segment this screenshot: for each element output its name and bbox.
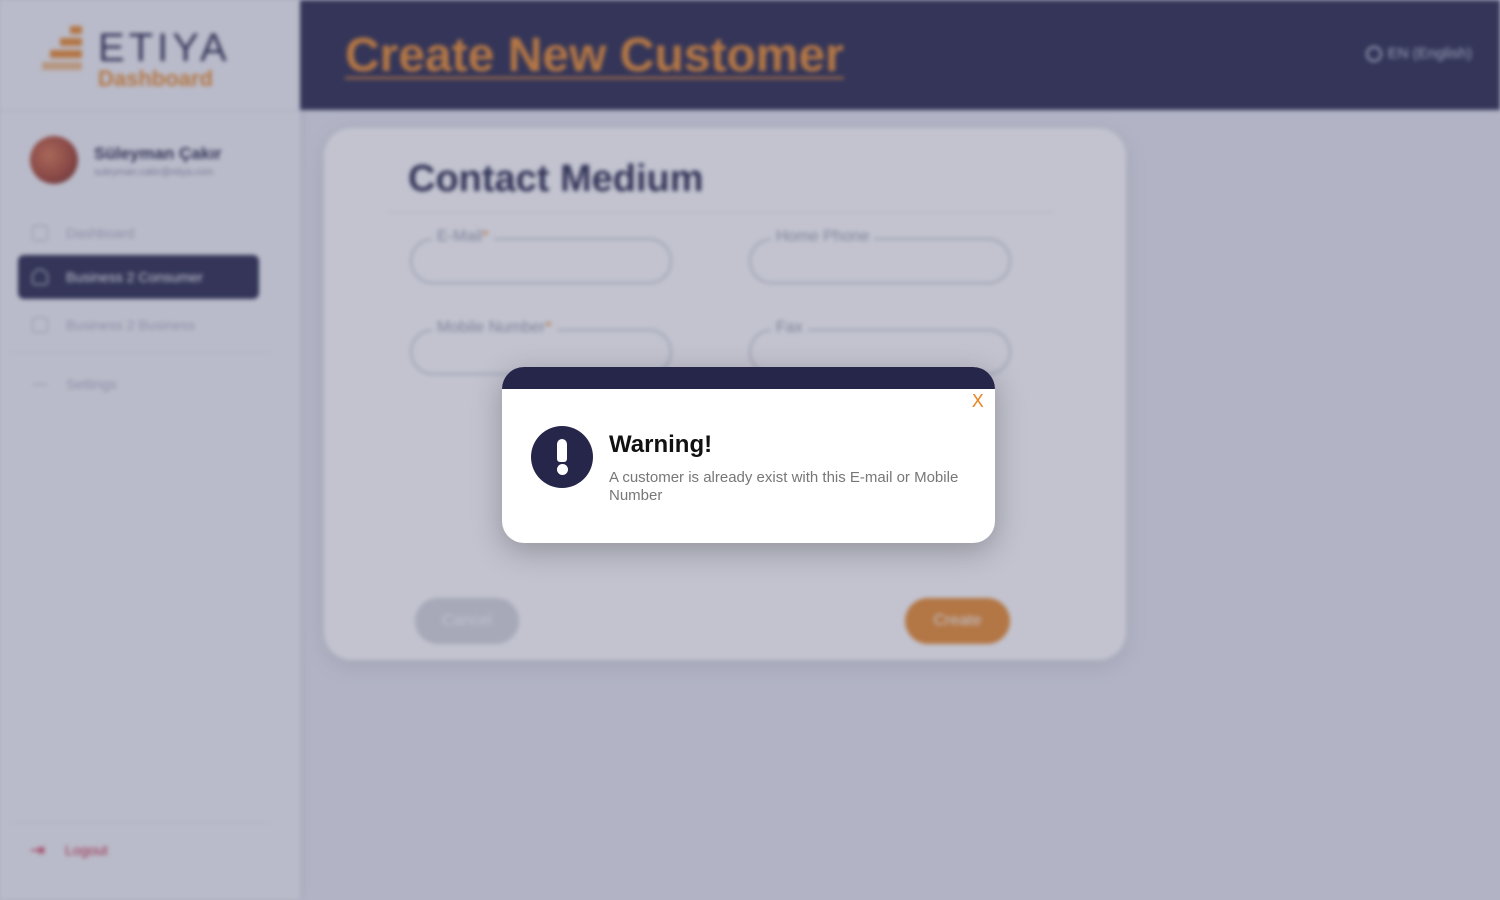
dialog-title: Warning! bbox=[609, 431, 713, 458]
close-button[interactable]: X bbox=[972, 391, 984, 412]
warning-dialog: X Warning! A customer is already exist w… bbox=[502, 367, 995, 543]
dialog-header-bar bbox=[502, 367, 995, 389]
dialog-message: A customer is already exist with this E-… bbox=[609, 469, 959, 504]
exclamation-icon bbox=[531, 426, 593, 488]
